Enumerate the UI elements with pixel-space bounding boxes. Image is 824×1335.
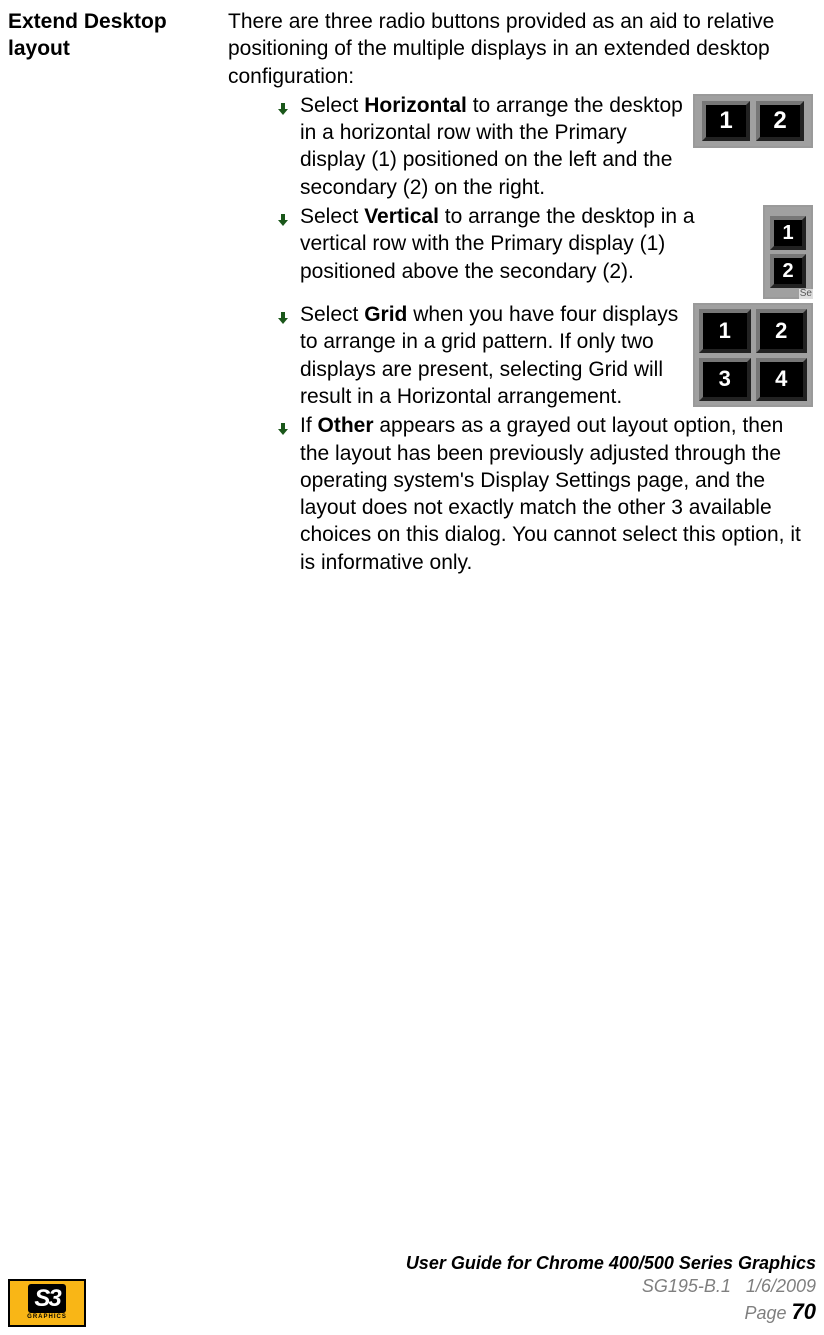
display-tile-1: 1 [770, 216, 806, 250]
display-tile-3: 3 [699, 358, 751, 402]
bullet-icon [276, 416, 290, 443]
bullet-prefix: If [300, 414, 318, 437]
bullet-content: If Other appears as a grayed out layout … [300, 412, 813, 576]
footer-doc-meta: SG195-B.1 1/6/2009 [406, 1275, 816, 1298]
bullet-bold: Vertical [364, 205, 439, 228]
footer-date: 1/6/2009 [746, 1276, 816, 1296]
bullet-grid: 1 2 3 4 Select Grid when you have four d… [228, 301, 813, 410]
display-tile-1: 1 [699, 309, 751, 353]
bullet-rest: appears as a grayed out layout option, t… [300, 414, 801, 573]
bullet-vertical: 1 2 Se Select Vertical to arrange the de… [228, 203, 813, 299]
bullet-icon [276, 305, 290, 332]
image-horizontal-layout: 1 2 [693, 94, 813, 148]
image-grid-layout: 1 2 3 4 [693, 303, 813, 407]
image-vertical-layout: 1 2 Se [763, 205, 813, 299]
bullet-bold: Horizontal [364, 94, 467, 117]
bullet-icon [276, 96, 290, 123]
content-row: Extend Desktop layout There are three ra… [8, 8, 816, 576]
footer-doc-title: User Guide for Chrome 400/500 Series Gra… [406, 1252, 816, 1275]
section-title: Extend Desktop layout [8, 8, 208, 63]
bullet-bold: Other [318, 414, 374, 437]
footer-doc-id: SG195-B.1 [642, 1276, 731, 1296]
section-body: There are three radio buttons provided a… [228, 8, 816, 576]
bullet-horizontal: 1 2 Select Horizontal to arrange the des… [228, 92, 813, 201]
section-title-line1: Extend Desktop [8, 10, 167, 33]
logo-sub-text: GRAPHICS [27, 1314, 67, 1322]
footer-page: Page 70 [406, 1298, 816, 1327]
bullet-content: 1 2 Se Select Vertical to arrange the de… [300, 203, 813, 299]
section-label-col: Extend Desktop layout [8, 8, 208, 576]
section-title-line2: layout [8, 37, 70, 60]
logo-main-text: S3 [28, 1284, 65, 1313]
display-tile-2: 2 [756, 309, 808, 353]
bullet-prefix: Select [300, 303, 364, 326]
bullet-icon [276, 207, 290, 234]
footer-page-number: 70 [792, 1299, 816, 1324]
intro-text: There are three radio buttons provided a… [228, 8, 813, 90]
brand-logo: S3 GRAPHICS [8, 1279, 86, 1327]
bullet-prefix: Select [300, 94, 364, 117]
display-tile-4: 4 [756, 358, 808, 402]
bullet-prefix: Select [300, 205, 364, 228]
footer-page-label: Page [744, 1303, 791, 1323]
display-tile-2: 2 [770, 254, 806, 288]
page-footer: S3 GRAPHICS User Guide for Chrome 400/50… [8, 1252, 816, 1327]
display-tile-1: 1 [702, 101, 750, 141]
footer-text: User Guide for Chrome 400/500 Series Gra… [406, 1252, 816, 1327]
bullet-other: If Other appears as a grayed out layout … [228, 412, 813, 576]
bullet-content: 1 2 3 4 Select Grid when you have four d… [300, 301, 813, 410]
display-tile-2: 2 [756, 101, 804, 141]
bullet-content: 1 2 Select Horizontal to arrange the des… [300, 92, 813, 201]
bullet-bold: Grid [364, 303, 407, 326]
image-cutoff-text: Se [799, 289, 813, 299]
